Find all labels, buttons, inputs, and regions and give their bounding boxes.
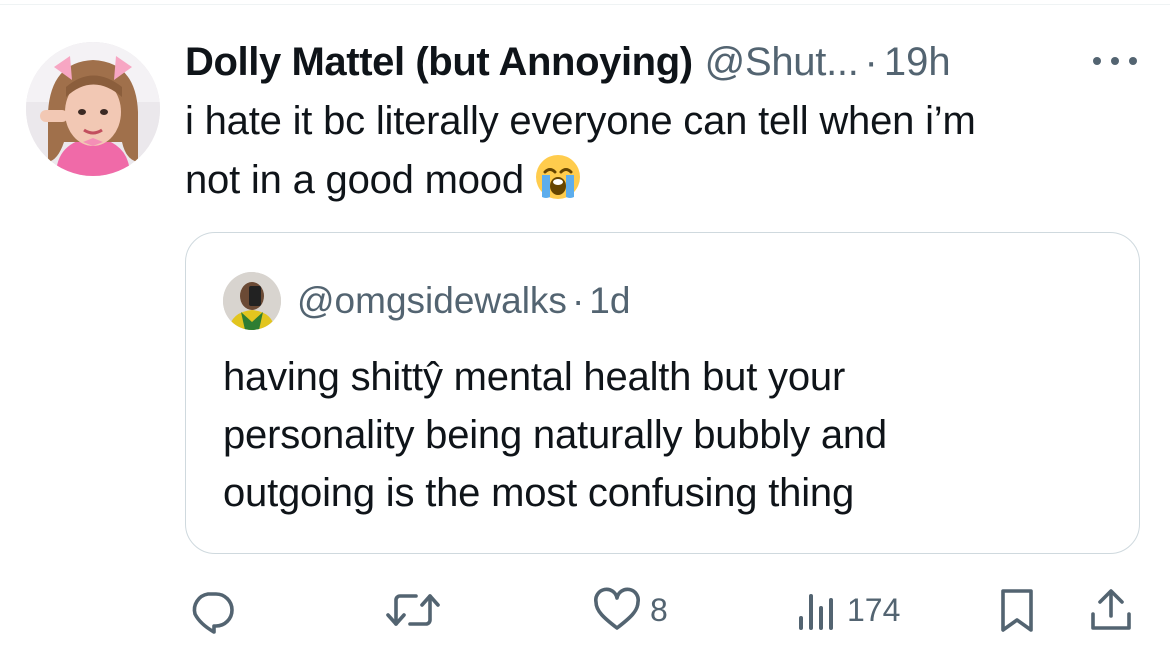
- separator-dot: ·: [571, 280, 585, 321]
- bookmark-icon: [1001, 589, 1033, 632]
- quoted-text-line: outgoing is the most confusing thing: [223, 471, 854, 515]
- tweet-timestamp[interactable]: 19h: [884, 40, 951, 85]
- tweet-text-line: not in a good mood: [185, 151, 1115, 210]
- tweet-header: Dolly Mattel (but Annoying) @Shut... · 1…: [185, 36, 951, 88]
- more-options-button[interactable]: [1090, 48, 1140, 74]
- like-count: 8: [650, 591, 668, 628]
- quoted-author-handle[interactable]: @omgsidewalks: [297, 280, 567, 322]
- author-avatar[interactable]: [26, 42, 160, 176]
- views-button[interactable]: 174: [795, 580, 900, 640]
- share-button[interactable]: [1088, 580, 1134, 640]
- reply-button[interactable]: [188, 580, 236, 640]
- more-icon: [1093, 57, 1137, 65]
- quoted-tweet-text: having shittŷ mental health but your per…: [223, 348, 1103, 522]
- retweet-button[interactable]: [383, 580, 443, 640]
- tweet-text-line: i hate it bc literally everyone can tell…: [185, 99, 976, 143]
- quoted-tweet-card[interactable]: @omgsidewalks · 1d having shittŷ mental …: [185, 232, 1140, 554]
- views-icon: [799, 594, 833, 630]
- quoted-text-line: personality being naturally bubbly and: [223, 413, 887, 457]
- quoted-tweet-header: @omgsidewalks · 1d: [297, 276, 630, 326]
- tweet-text: i hate it bc literally everyone can tell…: [185, 92, 1115, 210]
- avatar-image: [26, 42, 160, 176]
- quoted-tweet-timestamp: 1d: [589, 280, 631, 321]
- separator-dot: ·: [864, 39, 878, 84]
- like-button[interactable]: 8: [592, 580, 668, 640]
- quoted-avatar-image: [223, 272, 281, 330]
- views-count: 174: [847, 591, 901, 628]
- share-icon: [1091, 589, 1131, 630]
- author-handle[interactable]: @Shut...: [705, 40, 859, 85]
- tweet-text-fragment: not in a good mood: [185, 158, 524, 202]
- bookmark-button[interactable]: [995, 580, 1039, 640]
- author-name[interactable]: Dolly Mattel (but Annoying): [185, 40, 693, 85]
- quoted-text-line: having shittŷ mental health but your: [223, 355, 846, 399]
- heart-icon: [594, 587, 640, 630]
- reply-icon: [192, 592, 234, 634]
- quoted-author-avatar[interactable]: [223, 272, 281, 330]
- top-divider: [0, 4, 1170, 5]
- action-bar: 8 174: [0, 580, 1170, 640]
- loudly-crying-face-icon: [534, 153, 582, 201]
- retweet-icon: [386, 594, 440, 626]
